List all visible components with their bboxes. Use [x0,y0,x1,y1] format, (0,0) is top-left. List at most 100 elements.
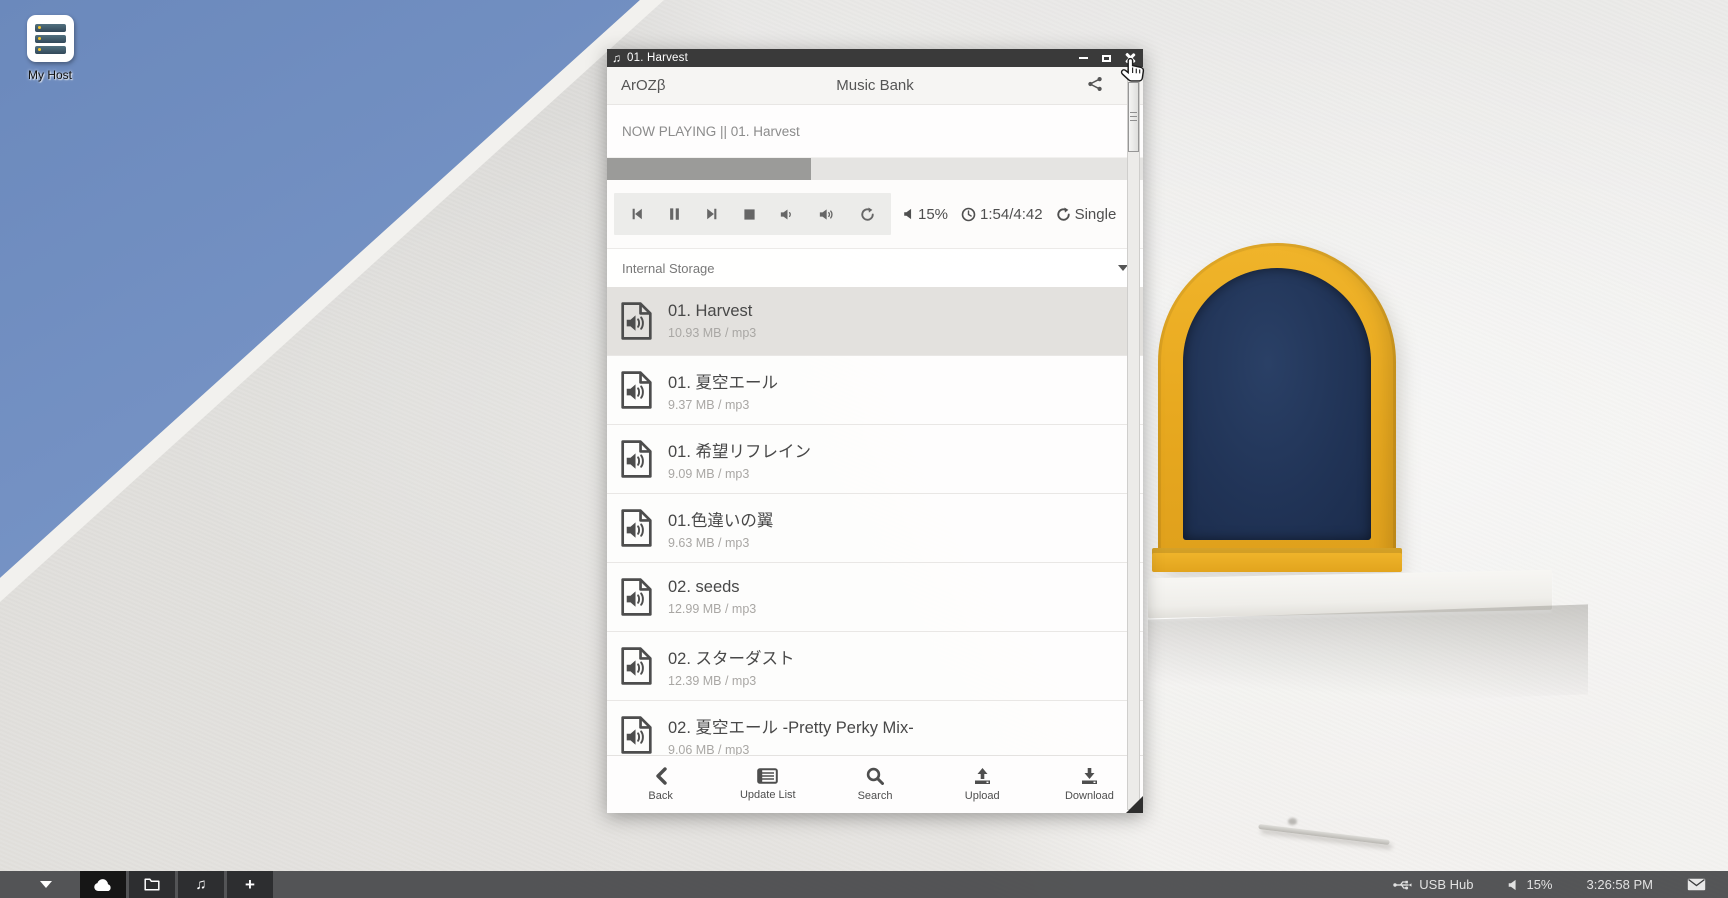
cloud-icon [93,878,113,892]
taskbar-volume-value: 15% [1526,877,1552,892]
clock[interactable]: 3:26:58 PM [1587,877,1654,892]
app-header: Music Bank ArOZβ [607,67,1143,105]
volume-down-icon [780,208,795,221]
list-icon [757,768,778,784]
maximize-icon [1102,55,1111,62]
now-playing-bar: NOW PLAYING || 01. Harvest [607,105,1143,158]
minimize-icon [1079,57,1088,59]
search-button[interactable]: Search [821,756,928,813]
volume-value: 15% [918,206,948,223]
update-list-button[interactable]: Update List [714,756,821,813]
song-list-item[interactable]: 01.色違いの翼 9.63 MB / mp3 [607,494,1143,563]
play-mode[interactable]: Single [1056,206,1117,223]
next-icon [705,207,719,221]
song-text: 01. 希望リフレイン 9.09 MB / mp3 [668,438,811,481]
audio-file-icon [620,716,653,754]
envelope-icon [1687,878,1706,891]
now-playing-text: NOW PLAYING || 01. Harvest [622,124,800,139]
storage-selector[interactable]: Internal Storage [607,248,1143,287]
seek-bar-fill [607,158,811,180]
song-title: 01. Harvest [668,302,756,321]
song-list-item[interactable]: 02. seeds 12.99 MB / mp3 [607,563,1143,632]
taskbar-status-area: USB Hub 15% 3:26:58 PM [1393,877,1706,892]
next-button[interactable] [705,207,719,221]
app-name: Music Bank [607,77,1143,94]
taskbar-buttons: ♫ + [80,871,273,898]
repeat-button[interactable] [860,207,875,222]
stop-icon [743,208,756,221]
volume-indicator: 15% [903,206,948,223]
audio-file-icon [620,578,653,616]
search-icon [866,767,884,785]
clock-icon [961,207,976,222]
share-button[interactable] [1087,76,1103,97]
volume-down-button[interactable] [780,208,795,221]
taskbar: ♫ + USB Hub 15% 3:26:58 PM [0,871,1728,898]
desktop-icon-my-host[interactable]: My Host [14,15,86,82]
previous-button[interactable] [630,207,644,221]
taskbar-files-button[interactable] [129,871,175,898]
previous-icon [630,207,644,221]
messages-button[interactable] [1687,878,1706,891]
volume-up-button[interactable] [819,208,836,221]
playback-info: 15% 1:54/4:42 Single [903,206,1116,223]
scrollbar-grip [1130,112,1137,123]
volume-indicator[interactable]: 15% [1507,877,1552,892]
window-scrollbar[interactable] [1127,69,1140,810]
taskbar-cloud-button[interactable] [80,871,126,898]
audio-file-icon [620,647,653,685]
song-list-item[interactable]: 01. 希望リフレイン 9.09 MB / mp3 [607,425,1143,494]
window-resize-handle[interactable] [1126,796,1143,813]
song-title: 02. スターダスト [668,645,795,669]
arched-window-glass [1183,268,1371,540]
audio-file-icon [620,440,653,478]
song-meta: 10.93 MB / mp3 [668,326,756,340]
taskbar-music-button[interactable]: ♫ [178,871,224,898]
small-speaker-icon [903,208,914,220]
search-label: Search [858,790,893,802]
plus-icon: + [245,876,255,893]
brand-label: ArOZβ [621,77,665,94]
back-chevron-icon [654,767,668,785]
song-title: 01. 夏空エール [668,369,778,393]
stop-button[interactable] [743,208,756,221]
time-value: 1:54/4:42 [980,206,1043,223]
upload-button[interactable]: Upload [929,756,1036,813]
music-player-window: ♫ 01. Harvest Music Bank ArOZβ NOW PLAYI… [607,49,1143,813]
minimize-button[interactable] [1075,51,1092,65]
desktop-icon-label: My Host [14,68,86,82]
arched-window-sill [1152,548,1402,572]
scrollbar-thumb[interactable] [1128,82,1139,152]
window-titlebar[interactable]: ♫ 01. Harvest [607,49,1143,67]
back-button[interactable]: Back [607,756,714,813]
download-label: Download [1065,790,1114,802]
pause-button[interactable] [668,207,681,221]
song-title: 02. seeds [668,578,756,597]
taskbar-add-button[interactable]: + [227,871,273,898]
song-list-item[interactable]: 01. Harvest 10.93 MB / mp3 [607,287,1143,356]
seek-bar[interactable] [607,158,1143,180]
close-button[interactable] [1121,51,1138,65]
taskbar-menu-caret-icon[interactable] [40,881,52,888]
song-text: 02. seeds 12.99 MB / mp3 [668,578,756,616]
song-text: 01.色違いの翼 9.63 MB / mp3 [668,507,773,550]
maximize-button[interactable] [1098,51,1115,65]
song-meta: 12.39 MB / mp3 [668,674,795,688]
song-meta: 12.99 MB / mp3 [668,602,756,616]
audio-file-icon [620,302,653,340]
mode-repeat-icon [1056,207,1071,222]
storage-selected-value: Internal Storage [622,261,715,276]
song-list-item[interactable]: 01. 夏空エール 9.37 MB / mp3 [607,356,1143,425]
playback-controls: 15% 1:54/4:42 Single [607,180,1143,248]
volume-up-icon [819,208,836,221]
update-list-label: Update List [740,789,796,801]
speaker-icon [1507,879,1519,891]
song-list-item[interactable]: 02. 夏空エール -Pretty Perky Mix- 9.06 MB / m… [607,701,1143,755]
mode-value: Single [1075,206,1117,223]
clock-text: 3:26:58 PM [1587,877,1654,892]
song-list-item[interactable]: 02. スターダスト 12.39 MB / mp3 [607,632,1143,701]
window-title: 01. Harvest [627,52,1069,64]
song-meta: 9.63 MB / mp3 [668,536,773,550]
audio-file-icon [620,509,653,547]
usb-hub-indicator[interactable]: USB Hub [1393,877,1473,892]
